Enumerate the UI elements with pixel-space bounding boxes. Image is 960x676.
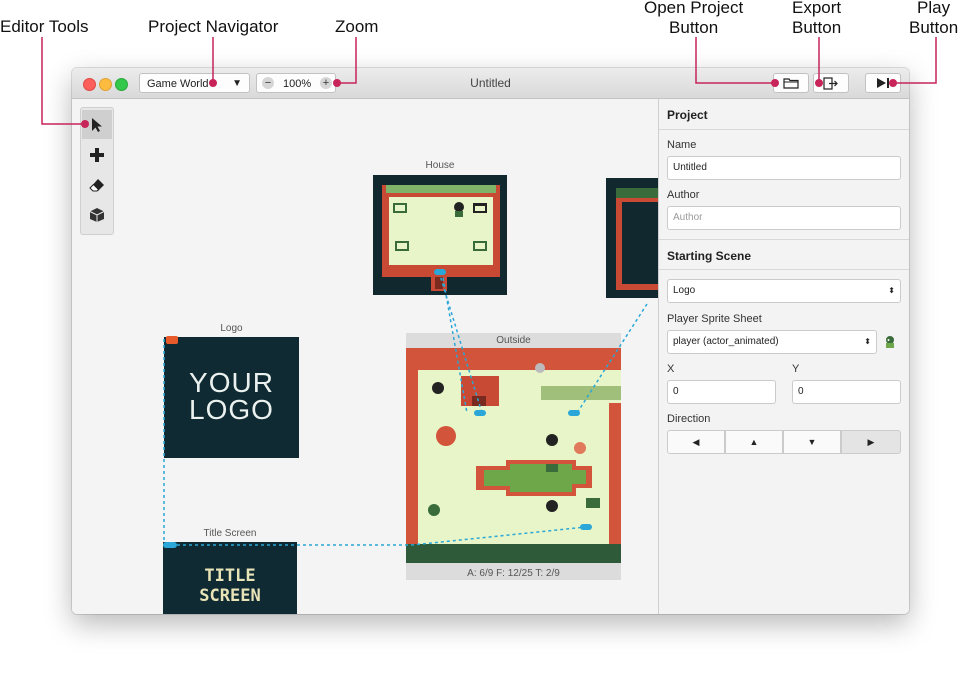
scene-connections bbox=[163, 271, 648, 546]
select-arrows-icon: ⬍ bbox=[888, 286, 895, 295]
start-y-field[interactable]: 0 bbox=[792, 380, 901, 404]
project-navigator-value: Game World bbox=[147, 78, 209, 90]
select-arrows-icon: ⬍ bbox=[864, 337, 871, 346]
player-sprite-value: player (actor_animated) bbox=[673, 336, 779, 347]
play-callout-line2: Button bbox=[909, 18, 959, 37]
open-project-callout-line1: Open Project bbox=[644, 0, 744, 17]
play-callout-line1: Play bbox=[917, 0, 951, 17]
player-sprite-preview-icon bbox=[886, 336, 894, 348]
connection-title-outside bbox=[177, 526, 587, 546]
open-project-callout: Open Project Button bbox=[644, 0, 743, 38]
author-field[interactable]: Author bbox=[667, 206, 901, 230]
starting-scene-select[interactable]: Logo ⬍ bbox=[667, 279, 901, 303]
x-label: X bbox=[667, 363, 675, 375]
direction-label: Direction bbox=[667, 413, 711, 425]
starting-scene-value: Logo bbox=[673, 285, 696, 296]
export-button[interactable] bbox=[813, 73, 849, 93]
starting-scene-heading: Starting Scene bbox=[667, 249, 752, 263]
export-icon bbox=[823, 77, 838, 90]
player-sprite-select[interactable]: player (actor_animated) ⬍ bbox=[667, 330, 877, 354]
folder-icon bbox=[783, 78, 799, 89]
start-x-field[interactable]: 0 bbox=[667, 380, 776, 404]
project-heading: Project bbox=[667, 108, 708, 122]
editor-tools-callout: Editor Tools bbox=[0, 17, 89, 36]
export-callout: Export Button bbox=[792, 0, 841, 38]
zoom-out-button[interactable]: − bbox=[262, 77, 274, 89]
zoom-control: − 100% + bbox=[256, 73, 336, 93]
properties-sidebar: Project Name Untitled Author Author Star… bbox=[658, 99, 909, 614]
play-button[interactable] bbox=[865, 73, 901, 93]
chevron-down-icon: ▼ bbox=[232, 78, 242, 89]
divider bbox=[659, 269, 909, 270]
direction-left-button[interactable]: ◀ bbox=[667, 430, 725, 454]
zoom-in-button[interactable]: + bbox=[320, 77, 332, 89]
play-callout: Play Button bbox=[909, 0, 958, 38]
direction-right-button[interactable]: ▶ bbox=[841, 430, 901, 454]
open-project-callout-line2: Button bbox=[669, 18, 719, 37]
y-label: Y bbox=[792, 363, 800, 375]
direction-up-button[interactable]: ▲ bbox=[725, 430, 783, 454]
play-icon bbox=[877, 78, 889, 88]
player-sprite-label: Player Sprite Sheet bbox=[667, 313, 762, 325]
connection-offscreen-outside bbox=[576, 303, 648, 414]
export-callout-line2: Button bbox=[792, 18, 842, 37]
project-navigator-select[interactable]: Game World ▼ bbox=[139, 73, 250, 93]
export-callout-line1: Export bbox=[792, 0, 842, 17]
connection-house-outside-a bbox=[438, 271, 483, 414]
title-bar: Untitled Game World ▼ − 100% + bbox=[72, 68, 909, 99]
world-canvas[interactable]: House Logo YOUR LOGO Outside A: 6/9 F: 1… bbox=[72, 99, 658, 614]
project-name-field[interactable]: Untitled bbox=[667, 156, 901, 180]
zoom-callout: Zoom bbox=[335, 17, 379, 36]
open-project-button[interactable] bbox=[773, 73, 809, 93]
connection-house-outside-b bbox=[441, 271, 468, 414]
app-window: Untitled Game World ▼ − 100% + House Log… bbox=[72, 68, 909, 614]
divider bbox=[659, 239, 909, 240]
zoom-value: 100% bbox=[283, 78, 312, 90]
name-label: Name bbox=[667, 139, 697, 151]
project-navigator-callout: Project Navigator bbox=[148, 17, 279, 36]
direction-down-button[interactable]: ▼ bbox=[783, 430, 841, 454]
author-label: Author bbox=[667, 189, 700, 201]
divider bbox=[659, 129, 909, 130]
